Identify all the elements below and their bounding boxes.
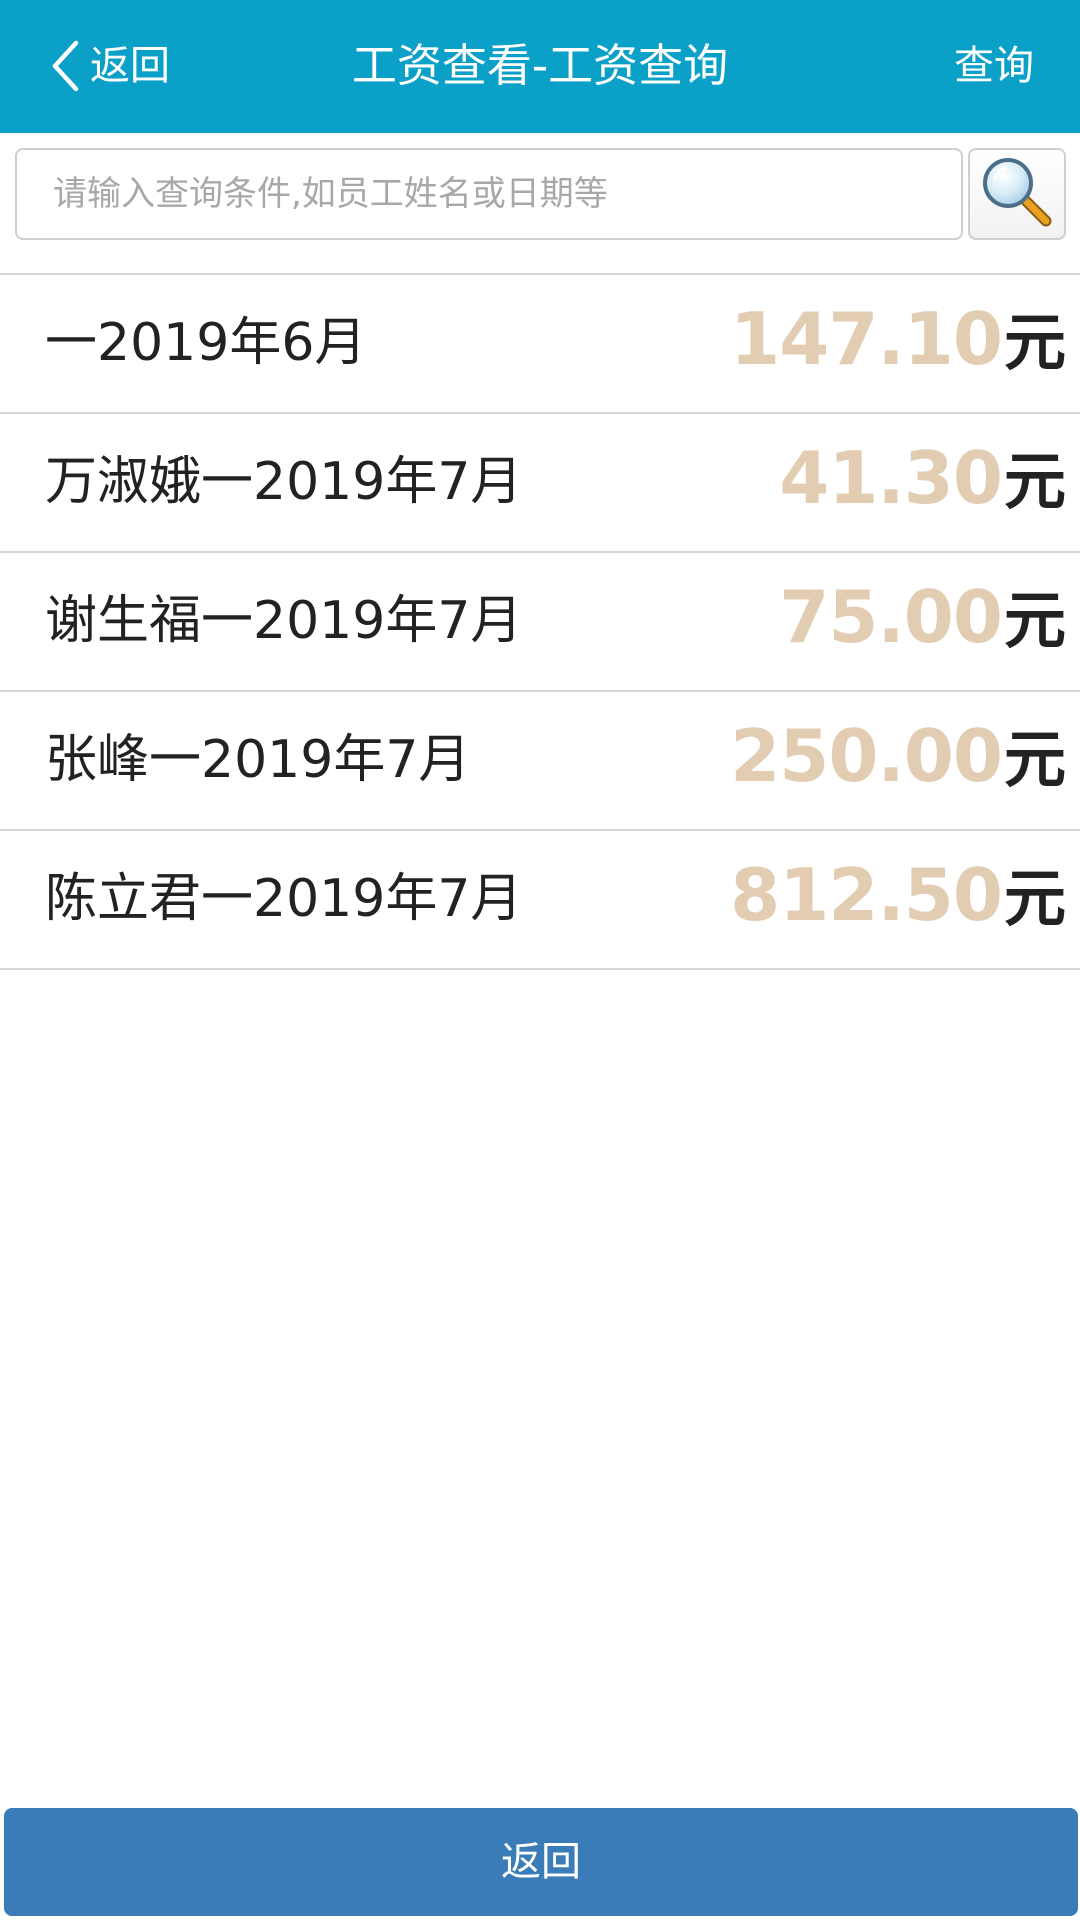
amount-value: 41.30 xyxy=(779,436,1003,520)
record-label: 谢生福一2019年7月 xyxy=(45,591,523,651)
top-nav-bar: 返回 工资查看-工资查询 查询 xyxy=(0,0,1080,133)
salary-record-list: 一2019年6月 147.10元 万淑娥一2019年7月 41.30元 谢生福一… xyxy=(0,273,1080,970)
salary-record-row[interactable]: 一2019年6月 147.10元 xyxy=(0,275,1080,414)
amount-value: 250.00 xyxy=(730,714,1003,798)
record-label: 陈立君一2019年7月 xyxy=(45,869,523,929)
amount-unit: 元 xyxy=(1003,862,1066,935)
salary-query-screen: 返回 工资查看-工资查询 查询 请输入查询条件,如员工姓名或日期等 一2019年… xyxy=(0,0,1080,1920)
record-amount: 812.50元 xyxy=(730,831,1066,968)
record-amount: 75.00元 xyxy=(779,553,1066,690)
search-input[interactable] xyxy=(15,148,963,240)
record-label: 万淑娥一2019年7月 xyxy=(45,452,523,512)
salary-record-row[interactable]: 张峰一2019年7月 250.00元 xyxy=(0,692,1080,831)
search-button[interactable] xyxy=(968,148,1066,240)
amount-unit: 元 xyxy=(1003,584,1066,657)
amount-value: 147.10 xyxy=(730,297,1003,381)
record-amount: 250.00元 xyxy=(730,692,1066,829)
back-button-label: 返回 xyxy=(90,43,170,89)
magnifier-icon xyxy=(980,155,1054,233)
query-button[interactable]: 查询 xyxy=(954,28,1034,104)
chevron-left-icon xyxy=(50,40,80,92)
search-bar xyxy=(0,133,1080,273)
amount-unit: 元 xyxy=(1003,723,1066,796)
salary-record-row[interactable]: 万淑娥一2019年7月 41.30元 xyxy=(0,414,1080,553)
salary-record-row[interactable]: 陈立君一2019年7月 812.50元 xyxy=(0,831,1080,970)
bottom-back-button[interactable]: 返回 xyxy=(4,1808,1078,1916)
back-button[interactable]: 返回 xyxy=(50,28,170,104)
record-amount: 41.30元 xyxy=(779,414,1066,551)
amount-unit: 元 xyxy=(1003,306,1066,379)
record-label: 张峰一2019年7月 xyxy=(45,730,471,790)
salary-record-row[interactable]: 谢生福一2019年7月 75.00元 xyxy=(0,553,1080,692)
amount-unit: 元 xyxy=(1003,445,1066,518)
amount-value: 75.00 xyxy=(779,575,1003,659)
record-label: 一2019年6月 xyxy=(45,313,367,373)
record-amount: 147.10元 xyxy=(730,275,1066,412)
page-title: 工资查看-工资查询 xyxy=(351,39,729,92)
amount-value: 812.50 xyxy=(730,853,1003,937)
